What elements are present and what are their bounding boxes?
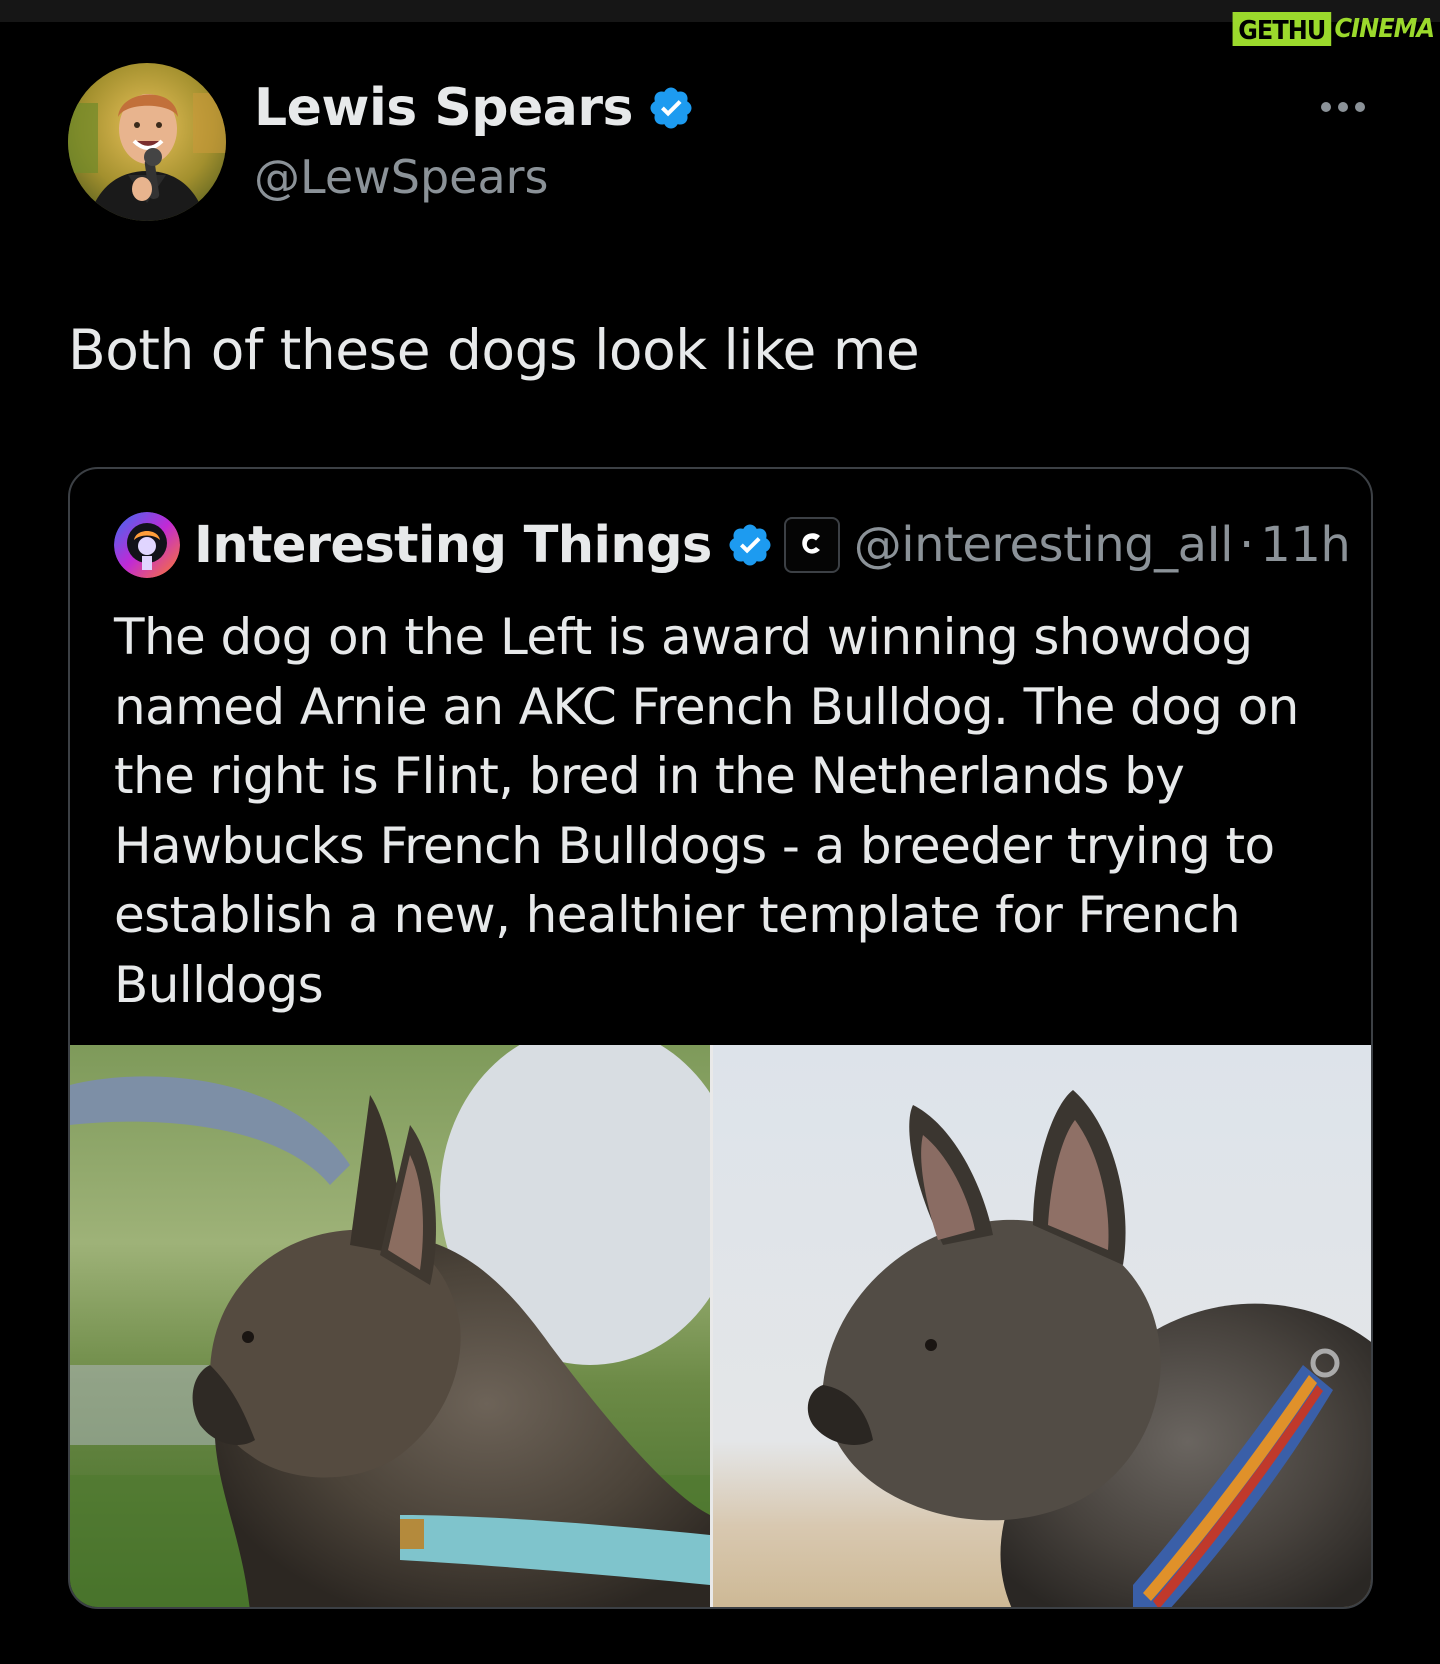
- tweet-screenshot: GETHU CINEMA Lewis Spears @LewSpears Bot…: [0, 0, 1440, 1664]
- verified-badge-icon: [650, 87, 692, 129]
- watermark-part2: CINEMA: [1334, 14, 1436, 44]
- author-avatar[interactable]: [68, 63, 226, 221]
- quoted-text-line: establish a new, healthier template for …: [114, 886, 1241, 944]
- author-handle[interactable]: @LewSpears: [254, 150, 549, 204]
- quoted-tweet-header: Interesting Things @interesting_aIl · 11…: [114, 512, 1351, 578]
- watermark-part1: GETHU: [1232, 12, 1331, 46]
- quoted-author-name[interactable]: Interesting Things: [194, 516, 712, 575]
- quoted-tweet-text: The dog on the Left is award winning sho…: [114, 603, 1344, 1020]
- affiliate-badge-icon[interactable]: [783, 517, 840, 573]
- photo-right-dog[interactable]: [713, 1045, 1371, 1607]
- separator-dot: ·: [1239, 517, 1255, 573]
- quoted-tweet-time[interactable]: 11h: [1260, 517, 1351, 573]
- tweet-text: Both of these dogs look like me: [68, 318, 920, 382]
- quoted-text-line: Hawbucks French Bulldogs - a breeder try…: [114, 816, 1275, 875]
- quoted-author-handle[interactable]: @interesting_aIl: [854, 517, 1234, 573]
- quoted-text-line: the right is Flint, bred in the Netherla…: [114, 747, 1185, 805]
- more-options-icon[interactable]: [1318, 95, 1368, 119]
- watermark-logo: GETHU CINEMA: [1232, 12, 1436, 46]
- quoted-text-line: The dog on the Left is award winning sho…: [114, 608, 1253, 666]
- quoted-text-line: named Arnie an AKC French Bulldog. The d…: [114, 677, 1299, 736]
- quoted-text-line: Bulldogs: [114, 955, 324, 1014]
- quoted-tweet-card[interactable]: Interesting Things @interesting_aIl · 11…: [68, 467, 1373, 1609]
- top-bar: [0, 0, 1440, 22]
- quoted-author-avatar[interactable]: [114, 512, 180, 578]
- author-name[interactable]: Lewis Spears: [254, 78, 695, 138]
- verified-badge-icon: [729, 524, 771, 566]
- photo-left-dog[interactable]: [70, 1045, 710, 1607]
- quoted-tweet-media[interactable]: [70, 1045, 1371, 1607]
- author-name-text: Lewis Spears: [254, 78, 633, 138]
